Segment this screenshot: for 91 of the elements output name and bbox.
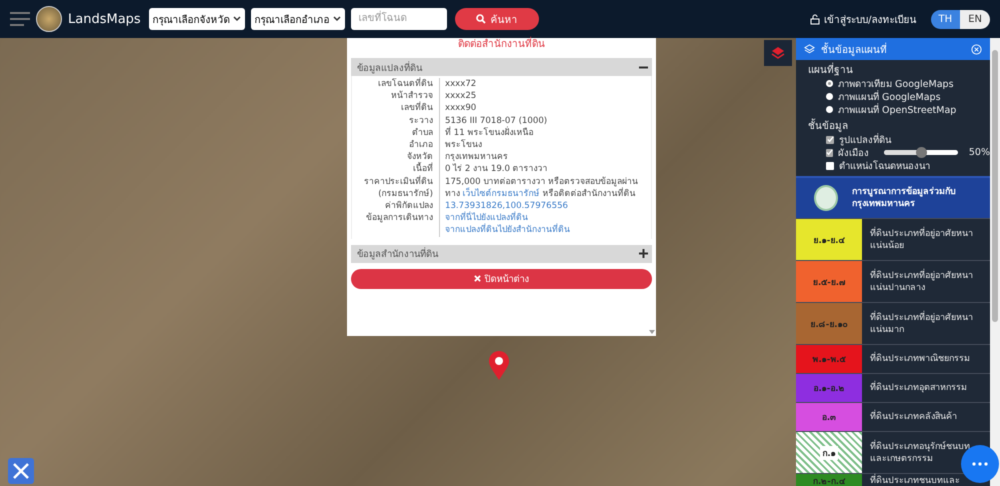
info-link[interactable]: จากที่นี่ไปยังแปลงที่ดิน — [445, 213, 528, 224]
field-value: 0 ไร่ 2 งาน 19.0 ตารางวา — [445, 164, 548, 174]
option-label[interactable]: รูปแปลงที่ดิน — [839, 132, 891, 147]
option-label[interactable]: ภาพดาวเทียม GoogleMaps — [838, 76, 954, 91]
checkbox[interactable] — [826, 136, 834, 144]
login-link[interactable]: เข้าสู่ระบบ/ลงทะเบียน — [810, 12, 917, 26]
legend-swatch: อ.๑-อ.๒ — [796, 374, 862, 402]
field-label: เลขโฉนดที่ดิน — [352, 78, 440, 90]
close-icon[interactable] — [971, 44, 982, 54]
legend-swatch: ย.๘-ย.๑๐ — [796, 303, 862, 344]
legend-text: ที่ดินประเภทคลังสินค้า — [870, 411, 957, 423]
scroll-down-icon[interactable] — [648, 328, 656, 336]
legend-text: ที่ดินประเภทที่อยู่อาศัยหนาแน่นน้อย — [870, 228, 974, 252]
option-label[interactable]: ภาพแผนที่ OpenStreetMap — [838, 102, 956, 117]
checkbox[interactable] — [826, 162, 834, 170]
section-header[interactable]: ข้อมูลแปลงที่ดิน — [351, 58, 652, 76]
info-link[interactable]: 13.73931826,100.57976556 — [445, 201, 568, 212]
logo-icon — [36, 6, 62, 32]
legend-text: ที่ดินประเภทชนบทและ — [870, 475, 960, 486]
legend-swatch: ก.๑ — [796, 432, 862, 473]
info-link[interactable]: จากแปลงที่ดินไปยังสำนักงานที่ดิน — [445, 225, 570, 236]
plus-icon[interactable] — [639, 249, 648, 258]
radio-button[interactable] — [826, 106, 833, 113]
field-value: xxxx72 — [445, 79, 476, 89]
chevron-down-icon[interactable] — [332, 15, 341, 23]
search-button[interactable]: ค้นหา — [454, 8, 539, 30]
field-label: อำเภอ — [352, 139, 440, 152]
contact-text: ติดต่อสำนักงานที่ดิน — [351, 38, 652, 52]
legend-swatch: อ.๓ — [796, 403, 862, 431]
close-window-button[interactable]: ปิดหน้าต่าง — [351, 268, 652, 289]
legend-swatch: ก.๒-ก.๔ — [796, 474, 862, 486]
option-label[interactable]: ตำแหน่งโฉนดหนองนา — [839, 158, 930, 173]
legend-text: ที่ดินประเภทพาณิชยกรรม — [870, 353, 970, 365]
section-heading: ชั้นข้อมูล — [796, 116, 990, 133]
close-icon — [474, 275, 480, 282]
legend-text: ที่ดินประเภทที่อยู่อาศัยหนาแน่นมาก — [870, 312, 974, 336]
checkbox[interactable] — [826, 148, 834, 156]
info-link[interactable]: เว็บไซต์กรมธนารักษ์ — [462, 188, 540, 199]
legend-swatch: ย.๕-ย.๗ — [796, 261, 862, 302]
slider-reading: 50% — [968, 147, 990, 158]
field-label: หน้าสำรวจ — [352, 90, 440, 102]
radio-button[interactable] — [826, 93, 833, 100]
legend-text: ที่ดินประเภทที่อยู่อาศัยหนาแน่นปานกลาง — [870, 270, 974, 294]
field-label: (กรมธนารักษ์) — [352, 188, 440, 200]
chevron-down-icon[interactable] — [232, 15, 241, 23]
field-label: เนื้อที่ — [352, 163, 440, 176]
section-header[interactable]: ข้อมูลสำนักงานที่ดิน — [351, 244, 652, 263]
field-value: 175,000 บาทต่อตารางวา หรือตรวจสอบข้อมูลผ่าน — [445, 176, 638, 187]
province-select[interactable]: กรุณาเลือกจังหวัด — [148, 8, 245, 30]
menu-icon[interactable] — [10, 12, 30, 26]
dots-icon — [972, 462, 988, 466]
brand-name: LandsMaps — [68, 12, 141, 26]
tools-button[interactable] — [8, 458, 34, 484]
field-label: ตำบล — [352, 126, 440, 140]
field-label: จังหวัด — [352, 151, 440, 164]
legend-text: ที่ดินประเภทอุตสาหกรรม — [870, 382, 967, 394]
map-pin-icon[interactable] — [488, 351, 510, 381]
field-value: กรุงเทพมหานคร — [445, 152, 508, 162]
language-toggle[interactable]: EN — [960, 10, 990, 28]
field-value: 5136 III 7018-07 (1000) — [445, 116, 548, 126]
field-label: ราคาประเมินที่ดิน — [352, 176, 440, 188]
district-select[interactable]: กรุณาเลือกอำเภอ — [250, 8, 345, 30]
option-label[interactable]: ผังเมือง — [838, 145, 870, 160]
opacity-slider[interactable] — [884, 150, 958, 155]
panel-title: ชั้นข้อมูลแผนที่ — [821, 42, 887, 56]
search-icon — [476, 14, 486, 24]
option-label[interactable]: ภาพแผนที่ GoogleMaps — [838, 89, 941, 104]
legend-text: ที่ดินประเภทอนุรักษ์ชนบทและเกษตรกรรม — [870, 440, 971, 464]
lock-icon — [810, 14, 820, 24]
field-label: ระวาง — [352, 114, 440, 127]
radio-button[interactable] — [826, 80, 833, 87]
legend-swatch: พ.๑-พ.๕ — [796, 345, 862, 373]
field-value: พระโขนง — [445, 140, 482, 150]
seal-icon — [814, 185, 838, 211]
layers-icon — [771, 46, 785, 60]
field-label: ข้อมูลการเดินทาง — [352, 212, 440, 224]
field-label: ค่าพิกัดแปลง — [352, 200, 440, 212]
layers-icon — [804, 44, 815, 54]
section-heading: แผนที่ฐาน — [796, 60, 990, 77]
field-label: เลขที่ดิน — [352, 102, 440, 115]
banner-text: การบูรณาการข้อมูลร่วมกับ กรุงเทพมหานคร — [852, 186, 957, 210]
legend-swatch: ย.๑-ย.๔ — [796, 219, 862, 260]
field-value: xxxx90 — [445, 103, 476, 114]
field-value: xxxx25 — [445, 91, 476, 102]
layers-button[interactable] — [764, 40, 792, 66]
language-toggle[interactable]: TH — [930, 10, 960, 28]
field-value: ที่ 11 พระโขนงฝั่งเหนือ — [445, 128, 534, 138]
scrollbar-thumb[interactable] — [992, 50, 998, 322]
field-value: หรือติดต่อสำนักงานที่ดิน — [542, 188, 636, 199]
deed-number-field[interactable]: เลขที่โฉนด — [350, 8, 447, 30]
field-value: ทาง — [445, 188, 460, 199]
